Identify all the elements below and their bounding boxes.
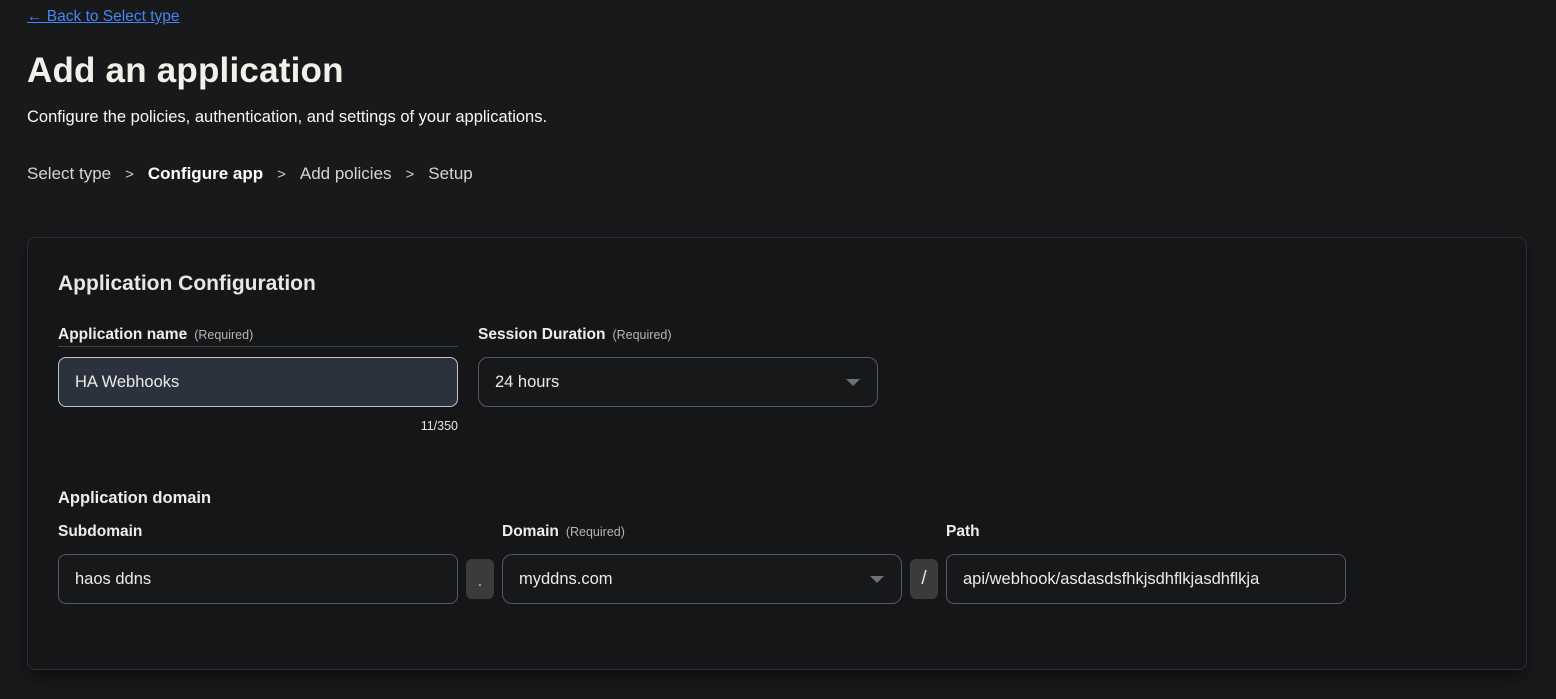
subdomain-label-row: Subdomain [58,523,458,543]
step-separator-icon: > [277,166,286,183]
application-name-label-row: Application name (Required) [58,326,458,347]
application-configuration-card: Application Configuration Application na… [27,237,1527,670]
card-heading: Application Configuration [58,272,1496,296]
subdomain-input[interactable] [58,554,458,604]
step-separator-icon: > [125,166,134,183]
domain-select[interactable]: myddns.com [502,554,902,604]
add-application-page: ← Back to Select type Add an application… [0,0,1556,670]
application-domain-heading: Application domain [58,489,1496,508]
step-separator-icon: > [406,166,415,183]
application-domain-section: Application domain Subdomain . Domain (R… [58,489,1496,604]
chevron-down-icon [870,576,884,583]
page-subtitle: Configure the policies, authentication, … [27,108,1529,127]
path-field: Path [946,523,1346,604]
subdomain-label: Subdomain [58,523,142,541]
chevron-down-icon [846,379,860,386]
session-duration-label: Session Duration [478,326,605,344]
domain-field: Domain (Required) myddns.com [502,523,902,604]
domain-required-tag: (Required) [566,525,625,539]
step-add-policies: Add policies [300,164,392,184]
domain-selected-value: myddns.com [519,570,613,589]
path-input[interactable] [946,554,1346,604]
session-duration-required-tag: (Required) [612,328,671,342]
path-label-row: Path [946,523,1346,543]
slash-separator: / [910,559,938,599]
step-configure-app: Configure app [148,164,263,184]
session-duration-selected-value: 24 hours [495,373,559,392]
session-duration-label-row: Session Duration (Required) [478,326,878,347]
application-name-required-tag: (Required) [194,328,253,342]
path-label: Path [946,523,980,541]
slash-separator-wrap: / [902,523,946,604]
dot-separator: . [466,559,494,599]
back-to-select-type-link[interactable]: ← Back to Select type [27,8,180,26]
application-name-char-counter: 11/350 [58,419,458,433]
step-select-type: Select type [27,164,111,184]
page-title: Add an application [27,51,1529,91]
domain-label-row: Domain (Required) [502,523,902,543]
session-duration-select[interactable]: 24 hours [478,357,878,407]
subdomain-field: Subdomain [58,523,458,604]
step-setup: Setup [428,164,472,184]
domain-label: Domain [502,523,559,541]
application-name-input[interactable] [58,357,458,407]
dot-separator-wrap: . [458,523,502,604]
wizard-steps: Select type > Configure app > Add polici… [27,164,1529,184]
application-name-label: Application name [58,326,187,344]
session-duration-field: Session Duration (Required) 24 hours [478,326,878,433]
application-name-field: Application name (Required) 11/350 [58,326,458,433]
